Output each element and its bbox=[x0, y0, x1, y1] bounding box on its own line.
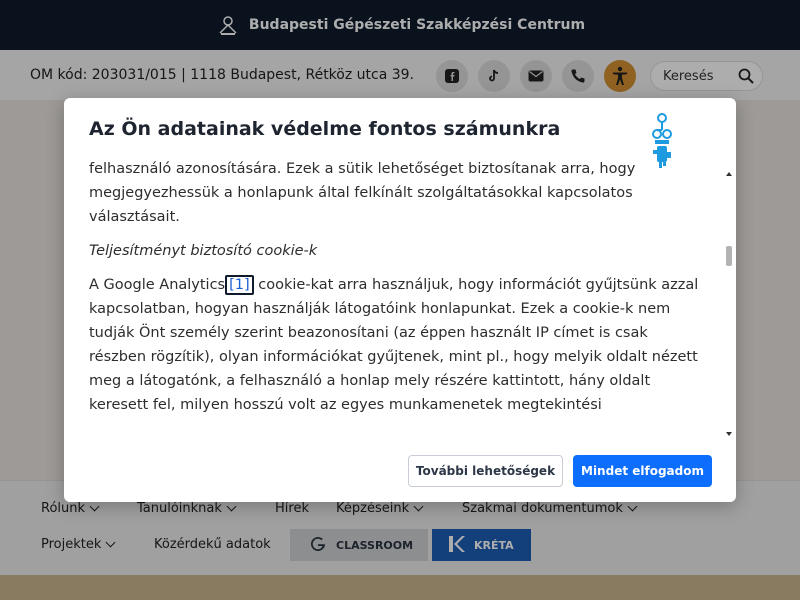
scrollbar-thumb[interactable] bbox=[726, 246, 732, 266]
paragraph-text: A Google Analytics bbox=[89, 277, 226, 293]
more-options-button[interactable]: További lehetőségek bbox=[408, 455, 563, 487]
scroll-down-icon[interactable] bbox=[726, 432, 732, 436]
cookie-consent-dialog: Az Ön adatainak védelme fontos számunkra… bbox=[64, 98, 736, 502]
paragraph-text: cookie-kat arra használjuk, hogy informá… bbox=[89, 277, 699, 413]
footnote-link[interactable]: [1] bbox=[225, 275, 254, 295]
scroll-up-icon[interactable] bbox=[726, 172, 732, 176]
cookie-text-paragraph: A Google Analytics [1] cookie-kat arra ha… bbox=[89, 273, 709, 417]
dialog-scrollbar[interactable] bbox=[725, 170, 734, 438]
dialog-content: felhasználó azonosítására. Ezek a sütik … bbox=[89, 160, 709, 427]
dialog-title: Az Ön adatainak védelme fontos számunkra bbox=[89, 118, 561, 140]
cookie-text-paragraph: felhasználó azonosítására. Ezek a sütik … bbox=[89, 161, 636, 225]
accept-all-button[interactable]: Mindet elfogadom bbox=[573, 455, 712, 487]
dialog-scroll-area[interactable]: felhasználó azonosítására. Ezek a sütik … bbox=[89, 160, 724, 438]
cookie-section-heading: Teljesítményt biztosító cookie-k bbox=[89, 243, 318, 259]
